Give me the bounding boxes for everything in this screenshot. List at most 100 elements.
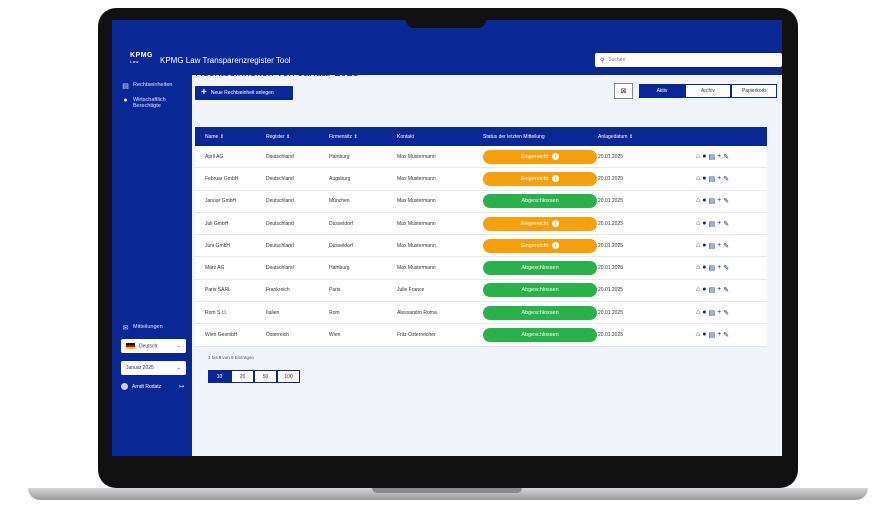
plus-icon[interactable]: + [717, 175, 721, 183]
column-header-anlagedatum[interactable]: Anlagedatum ⇕ [597, 134, 690, 140]
page-size-50[interactable]: 50 [254, 370, 277, 383]
user-icon[interactable]: ● [702, 331, 706, 339]
sidebar-item-mitteilungen[interactable]: ✉ Mitteilungen [121, 324, 163, 332]
cell-anlagedatum: 20.01.2025 [598, 198, 624, 205]
month-select[interactable]: Januar 2025 ⌄ [121, 361, 186, 375]
page-size-100[interactable]: 100 [277, 370, 300, 383]
info-icon[interactable]: i [552, 175, 560, 183]
document-icon[interactable]: ▤ [708, 331, 715, 339]
sidebar-item-rechtseinheiten[interactable]: ▤ Rechtseinheiten [121, 82, 172, 90]
plus-icon[interactable]: + [717, 331, 721, 339]
cell-firmensitz: Wien [329, 332, 341, 339]
home-icon[interactable]: ⌂ [696, 220, 700, 228]
plus-icon[interactable]: + [717, 153, 721, 161]
plus-icon[interactable]: + [717, 264, 721, 272]
logout-icon[interactable]: ↦ [179, 383, 184, 390]
table-row[interactable]: Rom S.r.l. Italien Rom Alessandro Roma Abges… [195, 302, 767, 325]
cell-actions: ⌂ ● ▤ + ✎ [690, 331, 767, 339]
cell-anlagedatum: 20.01.2025 [598, 220, 624, 227]
plus-icon[interactable]: + [717, 242, 721, 250]
page-size-20[interactable]: 20 [231, 370, 254, 383]
cell-status: Abgeschlossen [473, 194, 597, 209]
cell-kontakt: Max Mustermann [397, 265, 436, 272]
plus-icon[interactable]: + [717, 309, 721, 317]
plus-icon[interactable]: + [717, 220, 721, 228]
user-icon[interactable]: ● [702, 220, 706, 228]
document-icon[interactable]: ▤ [708, 220, 715, 228]
cell-status: Abgeschlossen [473, 305, 597, 320]
document-icon[interactable]: ▤ [708, 197, 715, 205]
home-icon[interactable]: ⌂ [696, 331, 700, 339]
user-icon[interactable]: ● [702, 153, 706, 161]
table-row[interactable]: März AG Deutschland Hamburg Max Mustermann A… [195, 257, 767, 280]
document-icon[interactable]: ▤ [708, 286, 715, 294]
table-row[interactable]: Juli GmbH Deutschland Düsseldorf Max Muster… [195, 212, 767, 236]
home-icon[interactable]: ⌂ [696, 309, 700, 317]
status-badge: Abgeschlossen [483, 305, 597, 320]
table-row[interactable]: Juni GmbH Deutschland Düsseldorf Max Muster… [195, 235, 767, 258]
cell-kontakt: Max Mustermann [397, 198, 436, 205]
cell-register: Deutschland [266, 265, 294, 272]
user-icon[interactable]: ● [702, 197, 706, 205]
edit-icon[interactable]: ✎ [723, 242, 729, 250]
edit-icon[interactable]: ✎ [723, 264, 729, 272]
edit-icon[interactable]: ✎ [723, 220, 729, 228]
document-icon[interactable]: ▤ [708, 242, 715, 250]
edit-icon[interactable]: ✎ [723, 331, 729, 339]
status-label: Abgeschlossen [521, 309, 559, 316]
table-row[interactable]: Wien GesmbH Österreich Wien Fritz Österreic… [195, 324, 767, 347]
language-select[interactable]: Deutsch ⌄ [121, 339, 186, 353]
user-name: Arndt Rodatz [132, 383, 162, 390]
entries-info: 1 bis 9 von 9 Einträgen [208, 355, 255, 360]
status-badge: Eingereicht i [483, 216, 597, 231]
document-icon[interactable]: ▤ [708, 309, 715, 317]
plus-icon[interactable]: + [717, 197, 721, 205]
edit-icon[interactable]: ✎ [723, 309, 729, 317]
user-profile[interactable]: Arndt Rodatz ↦ [121, 383, 184, 390]
table-row[interactable]: Paris SARL Frankreich Paris Julie France Abg… [195, 279, 767, 303]
edit-icon[interactable]: ✎ [723, 197, 729, 205]
sidebar-item-berechtigte[interactable]: ● Wirtschaftlich Berechtigte [121, 97, 175, 109]
table-row[interactable]: April AG Deutschland Hamburg Max Mustermann… [195, 146, 767, 169]
plus-icon[interactable]: + [717, 286, 721, 294]
info-icon[interactable]: i [552, 153, 560, 161]
home-icon[interactable]: ⌂ [696, 242, 700, 250]
column-header-name[interactable]: Name ⇕ [195, 134, 266, 140]
home-icon[interactable]: ⌂ [696, 197, 700, 205]
edit-icon[interactable]: ✎ [723, 286, 729, 294]
new-entity-button[interactable]: + Neue Rechtseinheit anlegen [195, 86, 293, 100]
cell-firmensitz: Rom [329, 309, 340, 316]
home-icon[interactable]: ⌂ [696, 286, 700, 294]
cell-firmensitz: Hamburg [329, 265, 350, 272]
edit-icon[interactable]: ✎ [723, 175, 729, 183]
user-icon[interactable]: ● [702, 264, 706, 272]
document-icon[interactable]: ▤ [708, 175, 715, 183]
cell-status: Abgeschlossen [473, 328, 597, 343]
cell-actions: ⌂ ● ▤ + ✎ [690, 220, 767, 228]
user-icon[interactable]: ● [702, 175, 706, 183]
user-icon[interactable]: ● [702, 242, 706, 250]
cell-firmensitz: Augsburg [329, 175, 351, 182]
column-header-firmensitz[interactable]: Firmensitz ⇕ [329, 134, 397, 140]
user-icon[interactable]: ● [702, 309, 706, 317]
search-input[interactable]: ⚲ Suchen [595, 53, 782, 67]
export-excel-icon[interactable]: ⊠ [614, 83, 633, 99]
home-icon[interactable]: ⌂ [696, 175, 700, 183]
user-icon[interactable]: ● [702, 286, 706, 294]
home-icon[interactable]: ⌂ [696, 153, 700, 161]
column-header-status: Status der letzten Mitteilung [483, 133, 545, 140]
page-title: Rechtseinheiten von Januar 2025 [195, 67, 359, 79]
tab-papierkorb[interactable]: Papierkorb [731, 84, 777, 98]
tab-archiv[interactable]: Archiv [685, 84, 731, 98]
tab-aktiv[interactable]: Aktiv [639, 84, 685, 98]
table-row[interactable]: Januar GmbH Deutschland München Max Musterm… [195, 190, 767, 213]
table-row[interactable]: Februar GmbH Deutschland Augsburg Max Muste… [195, 168, 767, 191]
document-icon[interactable]: ▤ [708, 264, 715, 272]
home-icon[interactable]: ⌂ [696, 264, 700, 272]
edit-icon[interactable]: ✎ [723, 153, 729, 161]
info-icon[interactable]: i [552, 242, 560, 250]
document-icon[interactable]: ▤ [708, 153, 715, 161]
column-header-register[interactable]: Register ⇕ [266, 134, 329, 140]
info-icon[interactable]: i [552, 220, 560, 228]
page-size-10[interactable]: 10 [208, 370, 231, 383]
